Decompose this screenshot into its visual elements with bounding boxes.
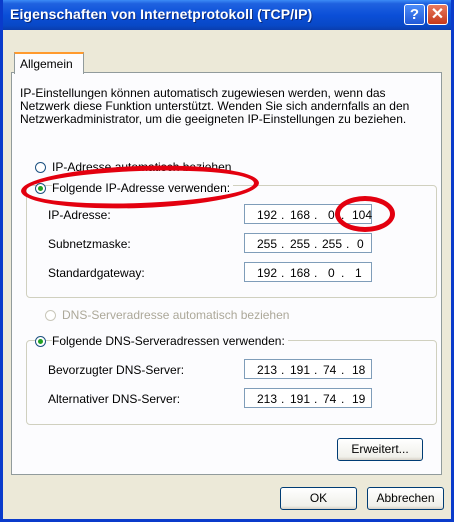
- dot-separator: .: [281, 363, 285, 377]
- octet: 213: [257, 392, 278, 406]
- radio-dns-auto-label: DNS-Serveradresse automatisch beziehen: [62, 308, 290, 322]
- radio-ip-manual[interactable]: [35, 183, 46, 194]
- window-title: Eigenschaften von Internetprotokoll (TCP…: [10, 6, 313, 22]
- intro-text: IP-Einstellungen können automatisch zuge…: [20, 86, 410, 126]
- octet: 191: [290, 363, 311, 377]
- close-button[interactable]: ✕: [427, 4, 448, 25]
- help-button[interactable]: ?: [404, 4, 425, 25]
- octet: 191: [290, 392, 311, 406]
- radio-dns-manual[interactable]: [35, 336, 46, 347]
- subnet-mask-input[interactable]: 255. 255. 255. 0: [244, 233, 372, 253]
- octet: 192: [257, 208, 278, 222]
- radio-ip-auto[interactable]: [35, 162, 46, 173]
- alternate-dns-label: Alternativer DNS-Server:: [48, 392, 181, 406]
- octet: 19: [352, 392, 366, 406]
- title-bar[interactable]: Eigenschaften von Internetprotokoll (TCP…: [3, 0, 451, 30]
- radio-selected-dot: [38, 186, 43, 191]
- octet: 168: [290, 266, 311, 280]
- dot-separator: .: [314, 392, 318, 406]
- ip-address-label: IP-Adresse:: [48, 208, 111, 222]
- octet: 104: [352, 208, 373, 222]
- octet: 192: [257, 266, 278, 280]
- radio-selected-dot: [38, 339, 43, 344]
- default-gateway-label: Standardgateway:: [48, 266, 145, 280]
- octet: 168: [290, 208, 311, 222]
- dot-separator: .: [281, 266, 285, 280]
- octet: 213: [257, 363, 278, 377]
- preferred-dns-input[interactable]: 213. 191. 74. 18: [244, 359, 372, 379]
- tab-allgemein[interactable]: Allgemein: [14, 52, 84, 74]
- dot-separator: .: [314, 266, 318, 280]
- advanced-button[interactable]: Erweitert...: [337, 438, 423, 461]
- dot-separator: .: [314, 363, 318, 377]
- dot-separator: .: [281, 392, 285, 406]
- preferred-dns-label: Bevorzugter DNS-Server:: [48, 363, 185, 377]
- octet: 0: [328, 266, 335, 280]
- ok-button[interactable]: OK: [280, 487, 357, 510]
- radio-dns-manual-label[interactable]: Folgende DNS-Serveradressen verwenden:: [52, 334, 288, 348]
- octet: 74: [323, 363, 337, 377]
- dot-separator: .: [281, 237, 285, 251]
- alternate-dns-input[interactable]: 213. 191. 74. 19: [244, 388, 372, 408]
- subnet-mask-label: Subnetzmaske:: [48, 237, 131, 251]
- radio-ip-auto-label[interactable]: IP-Adresse automatisch beziehen: [52, 160, 231, 174]
- cancel-button[interactable]: Abbrechen: [367, 487, 444, 510]
- octet: 0: [328, 208, 335, 222]
- octet: 0: [357, 237, 364, 251]
- octet: 255: [257, 237, 278, 251]
- octet: 1: [355, 266, 362, 280]
- dot-separator: .: [341, 266, 345, 280]
- dot-separator: .: [281, 208, 285, 222]
- octet: 255: [290, 237, 311, 251]
- octet: 74: [323, 392, 337, 406]
- dot-separator: .: [341, 392, 345, 406]
- default-gateway-input[interactable]: 192. 168. 0. 1: [244, 262, 372, 282]
- dot-separator: .: [314, 208, 318, 222]
- radio-ip-manual-label[interactable]: Folgende IP-Adresse verwenden:: [52, 181, 234, 195]
- octet: 255: [322, 237, 343, 251]
- radio-dns-auto: [45, 310, 56, 321]
- ip-address-input[interactable]: 192. 168. 0. 104: [244, 204, 372, 224]
- dot-separator: .: [314, 237, 318, 251]
- dot-separator: .: [341, 363, 345, 377]
- dns-settings-group: [26, 340, 437, 425]
- dot-separator: .: [346, 237, 350, 251]
- octet: 18: [352, 363, 366, 377]
- dot-separator: .: [341, 208, 345, 222]
